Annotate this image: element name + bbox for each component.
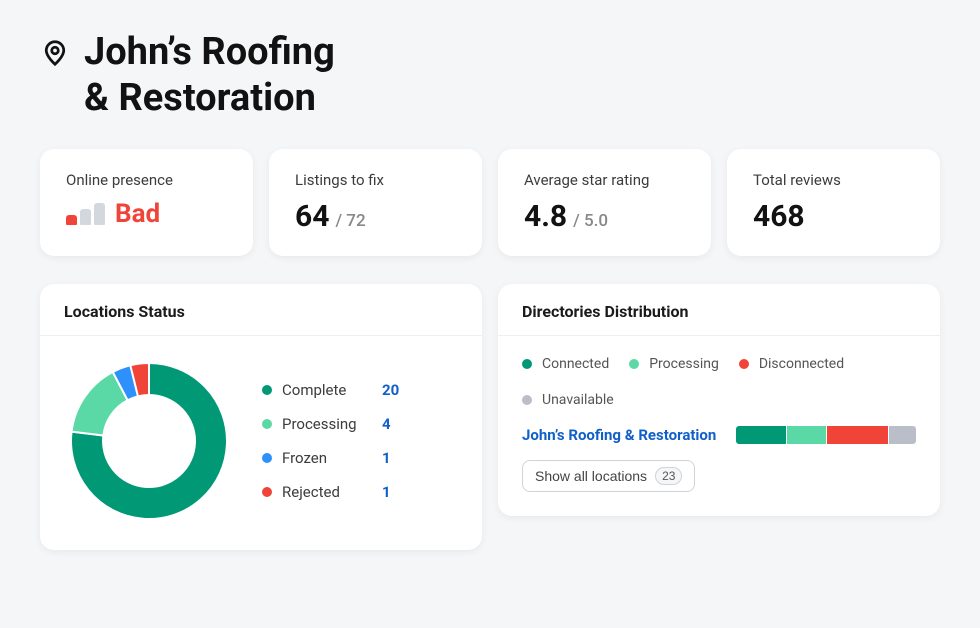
rating-max: / 5.0 [573,211,608,231]
distribution-legend: Connected Processing Disconnected Unavailab… [522,356,916,408]
locations-count-badge: 23 [655,467,682,485]
legend-item: Rejected 1 [262,483,399,501]
legend-label: Frozen [282,449,372,467]
legend-dot-icon [522,395,532,405]
legend-label: Rejected [282,483,372,501]
rating-value: 4.8 [524,199,567,234]
page-title: John’s Roofing& Restoration [84,30,335,121]
card-label: Total reviews [753,171,914,189]
signal-bars-icon [66,203,105,225]
legend-value: 4 [382,415,391,433]
presence-value: Bad [115,199,160,229]
panel-locations-status: Locations Status Complete 20 Processing 4 Fr… [40,284,482,550]
legend-label: Processing [649,356,719,372]
stats-cards-row: Online presence Bad Listings to fix 64 /… [40,149,940,256]
legend-item: Processing [629,356,719,372]
card-online-presence: Online presence Bad [40,149,253,256]
listings-value: 64 [295,199,329,234]
legend-item: Processing 4 [262,415,399,433]
legend-item: Disconnected [739,356,844,372]
distribution-row: John’s Roofing & Restoration [522,426,916,444]
card-total-reviews: Total reviews 468 [727,149,940,256]
distribution-segment [827,426,889,444]
legend-dot-icon [739,359,749,369]
listings-total: / 72 [335,211,365,231]
locations-legend: Complete 20 Processing 4 Frozen 1 Rejected 1 [262,381,399,501]
legend-dot-icon [262,487,272,497]
button-label: Show all locations [535,468,647,484]
show-all-locations-button[interactable]: Show all locations 23 [522,460,695,492]
legend-item: Connected [522,356,609,372]
legend-item: Complete 20 [262,381,399,399]
legend-value: 1 [382,483,391,501]
legend-label: Complete [282,381,372,399]
panel-title: Directories Distribution [522,302,916,321]
legend-item: Frozen 1 [262,449,399,467]
legend-value: 1 [382,449,391,467]
legend-dot-icon [262,385,272,395]
card-label: Listings to fix [295,171,456,189]
distribution-segment [889,426,916,444]
legend-dot-icon [629,359,639,369]
reviews-value: 468 [753,199,805,234]
location-pin-icon [40,38,70,72]
distribution-location-name[interactable]: John’s Roofing & Restoration [522,426,716,444]
legend-label: Unavailable [542,392,614,408]
legend-dot-icon [262,419,272,429]
distribution-segment [787,426,826,444]
card-label: Online presence [66,171,227,189]
locations-donut-chart [64,356,234,526]
legend-label: Disconnected [759,356,844,372]
card-listings-to-fix: Listings to fix 64 / 72 [269,149,482,256]
distribution-bar [736,426,916,444]
panel-directories-distribution: Directories Distribution Connected Proces… [498,284,940,516]
distribution-segment [736,426,786,444]
legend-dot-icon [522,359,532,369]
legend-value: 20 [382,381,399,399]
card-average-rating: Average star rating 4.8 / 5.0 [498,149,711,256]
card-label: Average star rating [524,171,685,189]
page-header: John’s Roofing& Restoration [40,30,940,121]
legend-item: Unavailable [522,392,614,408]
legend-dot-icon [262,453,272,463]
panel-title: Locations Status [64,302,458,321]
legend-label: Connected [542,356,609,372]
legend-label: Processing [282,415,372,433]
panels-row: Locations Status Complete 20 Processing 4 Fr… [40,284,940,550]
